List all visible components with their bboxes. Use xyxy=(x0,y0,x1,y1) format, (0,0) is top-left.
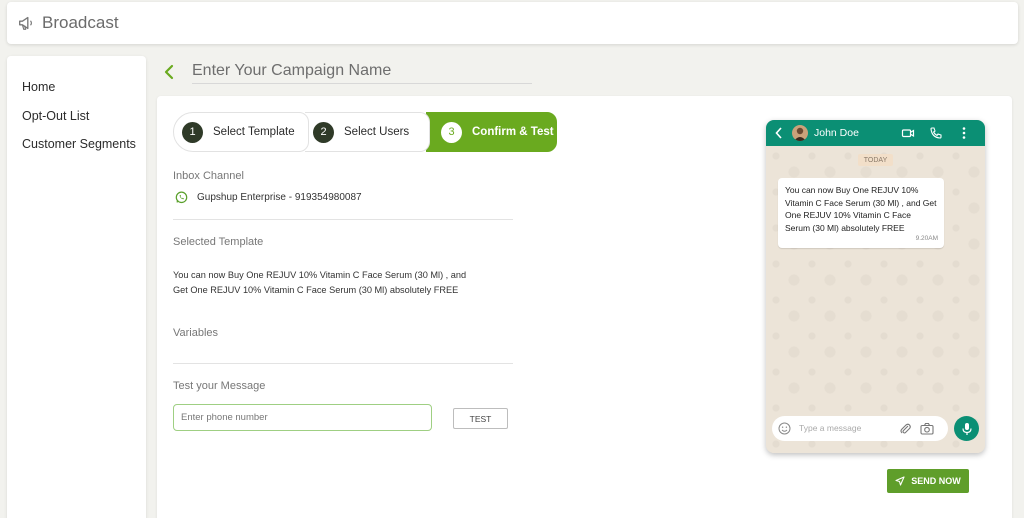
step-confirm-test[interactable]: 3 Confirm & Test xyxy=(426,112,557,152)
megaphone-icon xyxy=(19,16,32,30)
whatsapp-icon xyxy=(175,191,188,204)
microphone-icon xyxy=(961,422,972,435)
inbox-channel-value: Gupshup Enterprise - 919354980087 xyxy=(175,191,362,204)
step-label: Select Template xyxy=(213,126,295,138)
broadcast-card: 1 Select Template 2 Select Users 3 Confi… xyxy=(157,96,1012,518)
selected-template-text: You can now Buy One REJUV 10% Vitamin C … xyxy=(173,270,467,295)
message-time: 9.20AM xyxy=(915,234,938,242)
selected-template-label: Selected Template xyxy=(173,236,264,248)
campaign-name-row xyxy=(163,58,533,86)
message-text: You can now Buy One REJUV 10% Vitamin C … xyxy=(785,185,937,233)
whatsapp-preview: John Doe TODAY You can now Buy One REJUV… xyxy=(766,120,985,453)
composer-placeholder: Type a message xyxy=(799,423,862,433)
send-icon xyxy=(895,476,905,486)
more-vertical-icon[interactable] xyxy=(957,126,971,140)
step-number: 1 xyxy=(182,121,203,143)
inbox-channel-label: Inbox Channel xyxy=(173,170,244,182)
divider xyxy=(173,363,513,364)
send-now-button[interactable]: SEND NOW xyxy=(887,469,969,493)
stepper: 1 Select Template 2 Select Users 3 Confi… xyxy=(173,112,557,152)
sidebar-item-home[interactable]: Home xyxy=(7,78,146,107)
message-bubble: You can now Buy One REJUV 10% Vitamin C … xyxy=(778,178,944,248)
video-call-icon[interactable] xyxy=(901,126,915,140)
date-chip: TODAY xyxy=(858,154,893,166)
chat-area: TODAY You can now Buy One REJUV 10% Vita… xyxy=(766,146,985,453)
send-now-label: SEND NOW xyxy=(911,476,961,486)
contact-name: John Doe xyxy=(814,127,859,139)
step-label: Confirm & Test xyxy=(472,126,554,138)
preview-header: John Doe xyxy=(766,120,985,146)
test-message-label: Test your Message xyxy=(173,380,266,392)
microphone-button[interactable] xyxy=(954,416,979,441)
emoji-icon[interactable] xyxy=(778,422,791,435)
phone-number-input[interactable] xyxy=(173,404,432,431)
sidebar-item-customer-segments[interactable]: Customer Segments xyxy=(7,135,146,164)
step-select-users[interactable]: 2 Select Users xyxy=(305,112,430,152)
step-number: 3 xyxy=(441,121,462,143)
camera-icon[interactable] xyxy=(920,422,934,435)
channel-text: Gupshup Enterprise - 919354980087 xyxy=(197,192,362,203)
phone-call-icon[interactable] xyxy=(929,126,943,140)
variables-label: Variables xyxy=(173,327,219,339)
step-select-template[interactable]: 1 Select Template xyxy=(173,112,309,152)
step-label: Select Users xyxy=(344,126,410,138)
divider xyxy=(173,219,513,220)
back-chevron-icon[interactable] xyxy=(163,64,177,80)
message-composer[interactable]: Type a message xyxy=(772,416,948,441)
test-button[interactable]: TEST xyxy=(453,408,508,429)
step-number: 2 xyxy=(313,121,334,143)
page-title: Broadcast xyxy=(42,13,119,32)
attach-icon[interactable] xyxy=(899,422,911,435)
avatar-person-icon xyxy=(794,127,806,141)
top-bar: Broadcast xyxy=(7,2,1018,44)
sidebar-item-opt-out-list[interactable]: Opt-Out List xyxy=(7,107,146,136)
sidebar: Home Opt-Out List Customer Segments xyxy=(7,56,146,518)
campaign-name-input[interactable] xyxy=(192,58,532,84)
back-arrow-icon[interactable] xyxy=(775,127,783,139)
avatar xyxy=(792,125,808,141)
